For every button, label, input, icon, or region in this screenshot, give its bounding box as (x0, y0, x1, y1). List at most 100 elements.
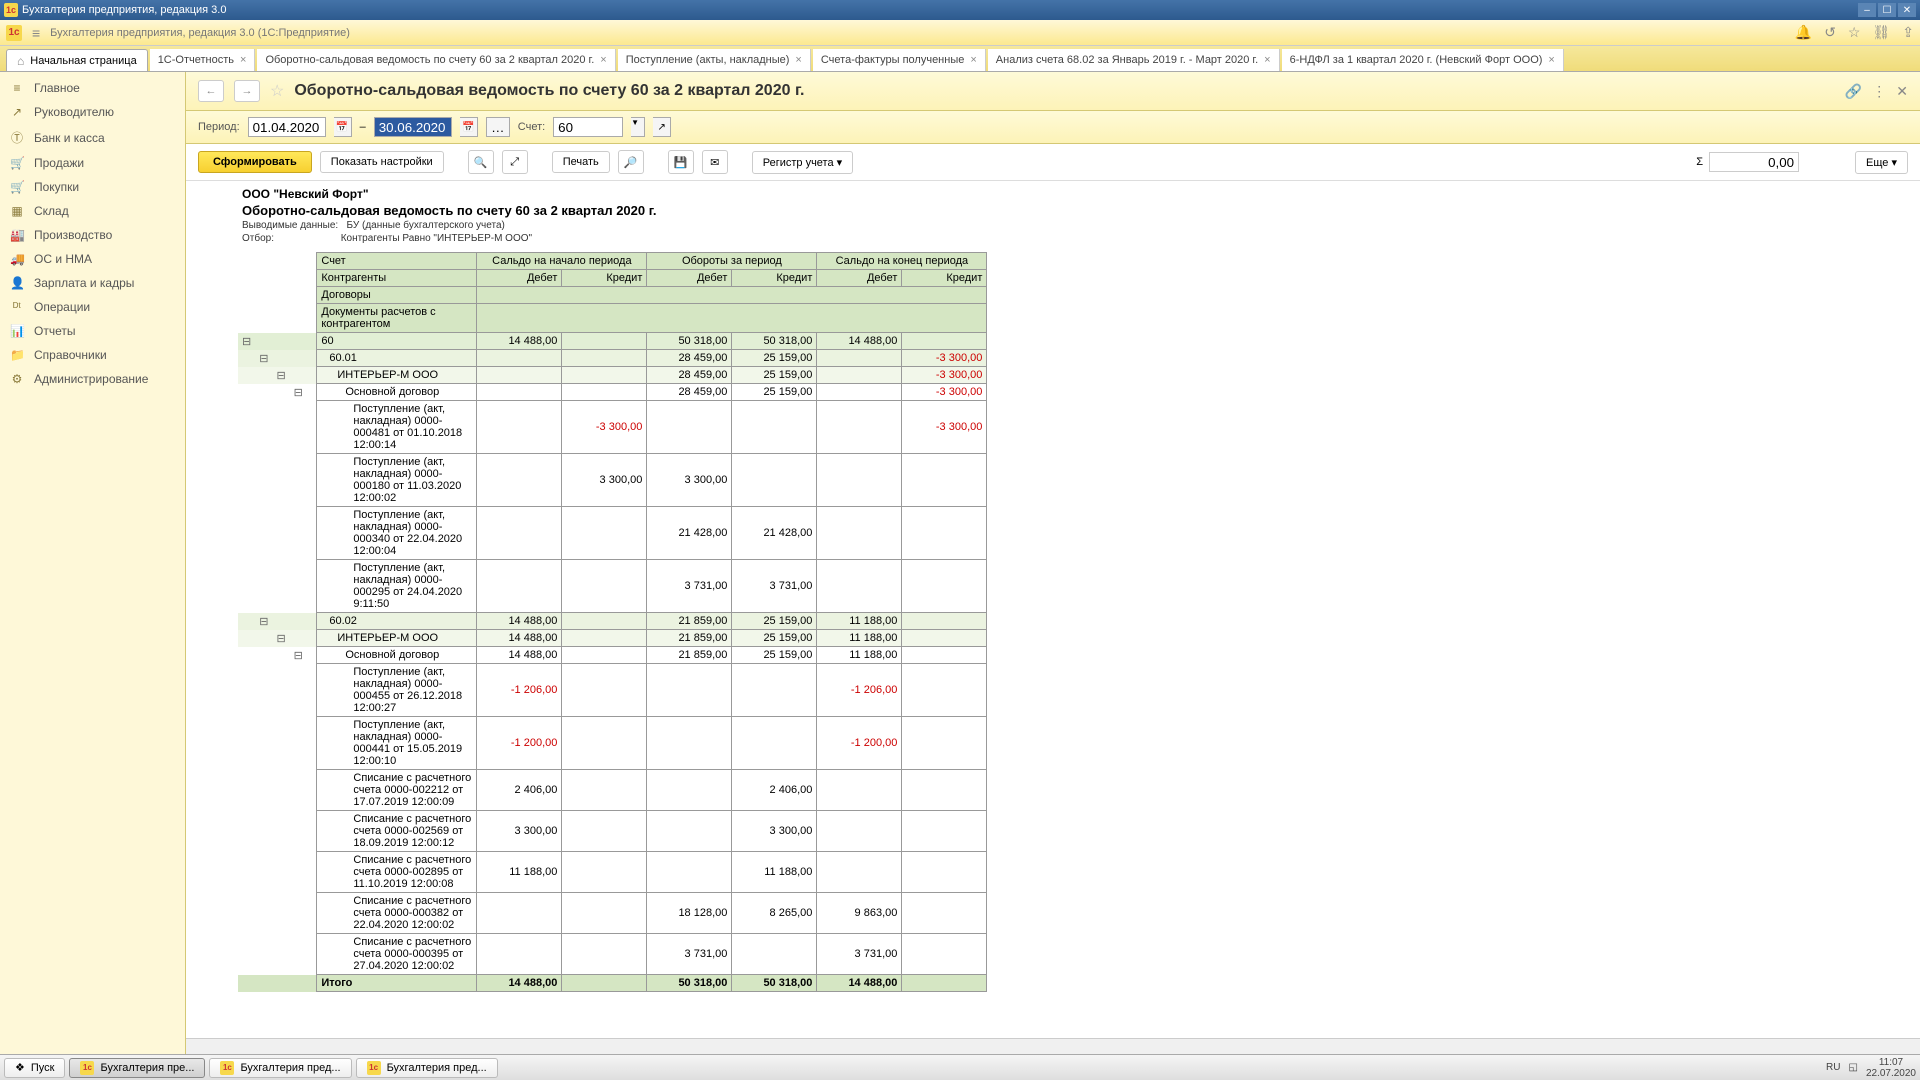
tab-close-icon[interactable]: × (240, 54, 246, 66)
period-picker-button[interactable]: … (486, 117, 510, 137)
sidebar-item-11[interactable]: 📁Справочники (0, 343, 185, 367)
sigma-icon: Σ (1696, 156, 1703, 168)
close-page-icon[interactable]: ✕ (1896, 83, 1908, 100)
email-icon[interactable]: ✉ (702, 150, 728, 174)
find-icon[interactable]: 🔍 (468, 150, 494, 174)
tab-2[interactable]: Поступление (акты, накладные)× (618, 49, 811, 71)
calendar-from-button[interactable]: 📅 (334, 117, 352, 137)
account-open-button[interactable]: ↗ (653, 117, 671, 137)
cell: 18 128,00 (647, 893, 732, 934)
tree-toggle (307, 664, 317, 717)
tab-1[interactable]: Оборотно-сальдовая ведомость по счету 60… (257, 49, 615, 71)
cell (732, 934, 817, 975)
print-preview-icon[interactable]: 🔎 (618, 150, 644, 174)
tree-toggle (272, 507, 289, 560)
tree-toggle[interactable]: ⊟ (290, 384, 307, 401)
tab-close-icon[interactable]: × (600, 54, 606, 66)
account-dropdown[interactable]: ▼ (631, 117, 645, 137)
account-label: Счет: (518, 121, 545, 133)
sidebar-item-6[interactable]: 🏭Производство (0, 223, 185, 247)
tree-toggle (272, 893, 289, 934)
cell (902, 770, 987, 811)
sidebar-label: Покупки (34, 180, 79, 194)
show-settings-button[interactable]: Показать настройки (320, 151, 444, 173)
cell: 21 428,00 (732, 507, 817, 560)
tab-close-icon[interactable]: × (970, 54, 976, 66)
settings-icon[interactable]: ⇪ (1902, 24, 1914, 41)
main-menu-button[interactable]: ≡ (32, 25, 40, 41)
tab-close-icon[interactable]: × (1548, 54, 1554, 66)
sidebar-item-3[interactable]: 🛒Продажи (0, 151, 185, 175)
sidebar-item-9[interactable]: ᴰᵗОперации (0, 295, 185, 319)
sidebar-item-0[interactable]: ≡Главное (0, 76, 185, 100)
date-to-input[interactable] (374, 117, 452, 137)
favorite-icon[interactable]: ☆ (270, 81, 284, 101)
generate-button[interactable]: Сформировать (198, 151, 312, 173)
cell: 3 731,00 (647, 560, 732, 613)
more-button[interactable]: Еще ▾ (1855, 151, 1908, 174)
tree-toggle[interactable]: ⊟ (255, 350, 272, 367)
taskbar-app-2[interactable]: 1cБухгалтерия пред... (356, 1058, 498, 1078)
cell (477, 350, 562, 367)
sidebar-item-5[interactable]: ▦Склад (0, 199, 185, 223)
tree-toggle (290, 333, 307, 350)
taskbar-app-1[interactable]: 1cБухгалтерия пред... (209, 1058, 351, 1078)
tray-flag-icon[interactable]: ◱ (1848, 1062, 1857, 1073)
register-button[interactable]: Регистр учета ▾ (752, 151, 853, 174)
cell: 21 859,00 (647, 613, 732, 630)
tab-4[interactable]: Анализ счета 68.02 за Январь 2019 г. - М… (988, 49, 1280, 71)
star-icon[interactable]: ☆ (1848, 24, 1861, 41)
sum-input[interactable] (1709, 152, 1799, 172)
sidebar-item-2[interactable]: ⓉБанк и касса (0, 124, 185, 151)
forward-button[interactable]: → (234, 80, 260, 102)
sidebar-item-10[interactable]: 📊Отчеты (0, 319, 185, 343)
tab-0[interactable]: 1С-Отчетность× (150, 49, 256, 71)
tab-close-icon[interactable]: × (795, 54, 801, 66)
sidebar-icon: ≡ (10, 81, 24, 95)
page-settings-icon[interactable]: ⋮ (1872, 83, 1886, 100)
sidebar-item-12[interactable]: ⚙Администрирование (0, 367, 185, 391)
row-desc: Списание с расчетного счета 0000-000395 … (317, 934, 477, 975)
cell (902, 630, 987, 647)
tab-close-icon[interactable]: × (1264, 54, 1270, 66)
maximize-button[interactable]: ☐ (1878, 3, 1896, 17)
copy-link-icon[interactable]: 🔗 (1845, 83, 1862, 100)
cell (817, 560, 902, 613)
tab-3[interactable]: Счета-фактуры полученные× (813, 49, 986, 71)
tree-toggle[interactable]: ⊟ (255, 613, 272, 630)
language-indicator[interactable]: RU (1826, 1062, 1840, 1073)
report-area[interactable]: ООО "Невский Форт" Оборотно-сальдовая ве… (186, 181, 1920, 1038)
start-button[interactable]: ❖ Пуск (4, 1058, 65, 1078)
account-input[interactable] (553, 117, 623, 137)
cell (817, 852, 902, 893)
print-button[interactable]: Печать (552, 151, 610, 173)
sidebar-item-4[interactable]: 🛒Покупки (0, 175, 185, 199)
calendar-to-button[interactable]: 📅 (460, 117, 478, 137)
close-button[interactable]: ✕ (1898, 3, 1916, 17)
minimize-button[interactable]: – (1858, 3, 1876, 17)
link-icon[interactable]: ⛓ (1872, 24, 1890, 41)
history-icon[interactable]: ↺ (1824, 24, 1836, 41)
page-title: Оборотно-сальдовая ведомость по счету 60… (294, 82, 1834, 100)
clock[interactable]: 11:07 22.07.2020 (1866, 1057, 1916, 1079)
tree-toggle[interactable]: ⊟ (272, 630, 289, 647)
sidebar-item-7[interactable]: 🚚ОС и НМА (0, 247, 185, 271)
tree-toggle (255, 852, 272, 893)
cell (902, 717, 987, 770)
tree-toggle (307, 811, 317, 852)
home-tab[interactable]: ⌂ Начальная страница (6, 49, 148, 71)
bell-icon[interactable]: 🔔 (1795, 24, 1812, 41)
tree-toggle[interactable]: ⊟ (272, 367, 289, 384)
back-button[interactable]: ← (198, 80, 224, 102)
cell: 11 188,00 (817, 647, 902, 664)
tab-5[interactable]: 6-НДФЛ за 1 квартал 2020 г. (Невский Фор… (1282, 49, 1564, 71)
save-icon[interactable]: 💾 (668, 150, 694, 174)
horizontal-scrollbar[interactable] (186, 1038, 1920, 1054)
date-from-input[interactable] (248, 117, 326, 137)
sidebar-item-8[interactable]: 👤Зарплата и кадры (0, 271, 185, 295)
tree-toggle[interactable]: ⊟ (238, 333, 255, 350)
taskbar-app-0[interactable]: 1cБухгалтерия пре... (69, 1058, 205, 1078)
expand-icon[interactable]: ⤢ (502, 150, 528, 174)
tree-toggle[interactable]: ⊟ (290, 647, 307, 664)
sidebar-item-1[interactable]: ↗Руководителю (0, 100, 185, 124)
